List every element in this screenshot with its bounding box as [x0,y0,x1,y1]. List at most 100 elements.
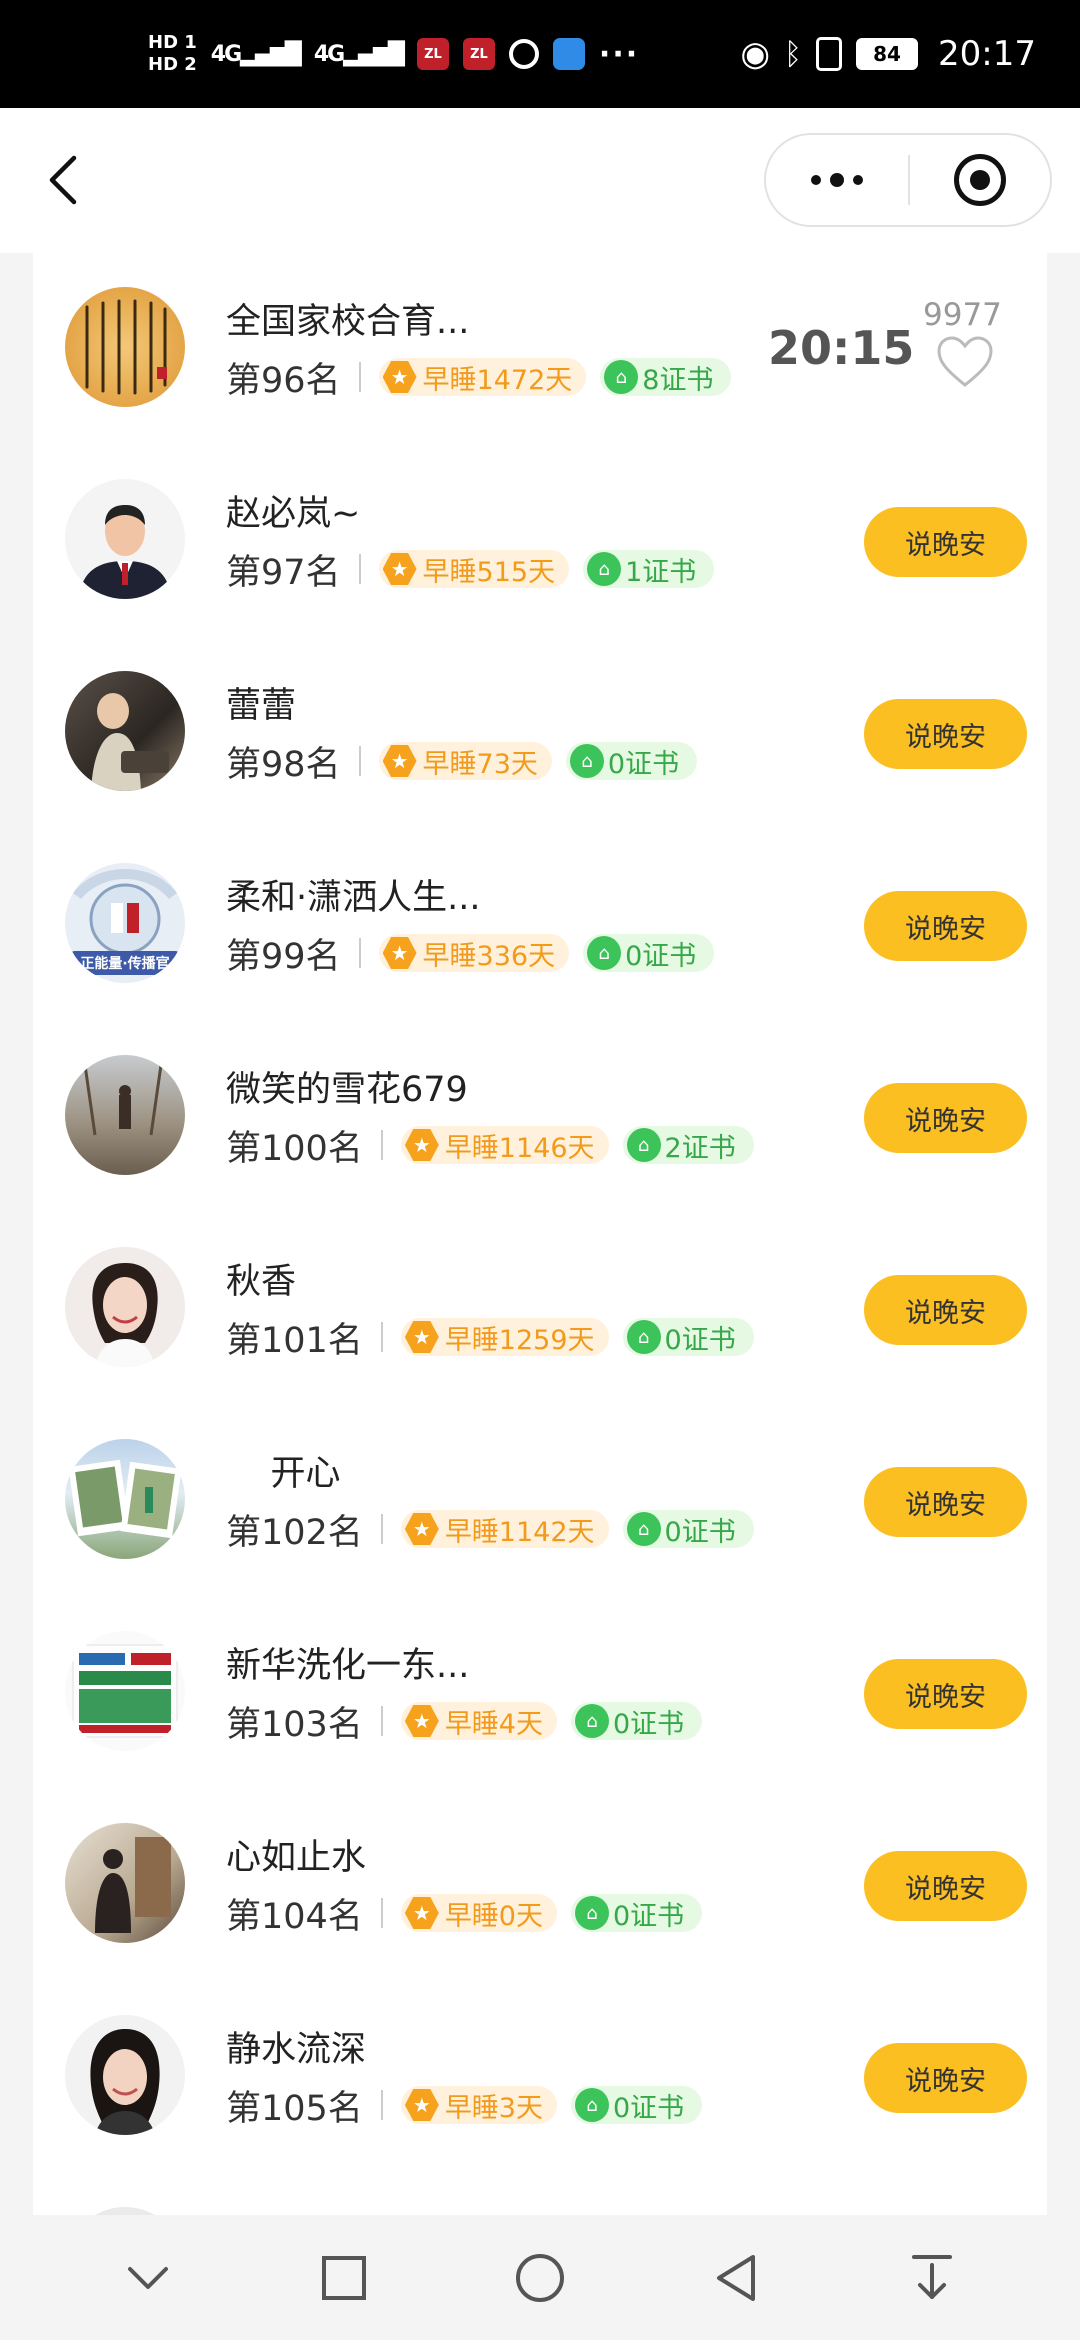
cert-badge: ⌂ 2证书 [622,1126,754,1164]
signal2-label: 4G [313,41,345,67]
sleep-days: 早睡3天 [444,2092,543,2124]
divider [380,1322,383,1352]
say-goodnight-button[interactable]: 说晚安 [864,1851,1027,1921]
say-goodnight-button[interactable]: 说晚安 [864,891,1027,961]
avatar[interactable] [65,1247,185,1367]
sleep-badge: ★ 早睡73天 [378,742,552,780]
sleep-badge: ★ 早睡1472天 [378,358,587,396]
say-goodnight-button[interactable]: 说晚安 [864,2043,1027,2113]
rank-label: 第96名 [226,360,341,401]
photo-avatar-image [68,1459,182,1539]
say-goodnight-button[interactable]: 说晚安 [864,507,1027,577]
photo-avatar-image [95,1837,171,1933]
avatar[interactable] [65,287,185,407]
browser-icon [552,38,585,70]
rank-label: 第104名 [226,1896,363,1937]
status-bar: HD 1 HD 2 4G▂▄▆█ 4G▂▄▆█ ZL ZL ··· ◉ ᛒ 84… [0,0,1080,108]
user-name: 赵必岚~ [226,494,361,534]
collapse-button[interactable] [118,2248,178,2308]
cert-count: 1证书 [625,556,697,588]
rank-label: 第97名 [226,552,341,593]
recent-apps-button[interactable] [314,2248,374,2308]
sleep-days: 早睡1146天 [444,1132,595,1164]
star-hex-icon: ★ [382,361,417,393]
signal1-label: 4G [210,41,242,67]
like-count: 9977 [923,297,1002,333]
sleep-badge: ★ 早睡0天 [400,1894,557,1932]
cert-badge: ⌂ 8证书 [600,358,732,396]
avatar[interactable] [65,2015,185,2135]
calligraphy-avatar-image [85,299,167,395]
cert-badge: ⌂ 1证书 [583,550,715,588]
triangle-back-icon [717,2254,755,2301]
miniapp-capsule [764,133,1052,227]
avatar[interactable] [65,1631,185,1751]
cert-count: 0证书 [664,1324,736,1356]
user-name: 静水流深 [226,2030,367,2070]
sleep-days: 早睡515天 [422,556,556,588]
avatar[interactable]: 正能量·传播官 [65,863,185,983]
goodnight-time: 20:15 [768,321,915,375]
nav-bar [0,108,1080,253]
cert-badge: ⌂ 0证书 [571,1894,703,1932]
say-goodnight-button[interactable]: 说晚安 [864,1659,1027,1729]
pull-down-icon [912,2254,952,2299]
avatar[interactable] [65,479,185,599]
vibrate-icon [816,37,843,71]
cert-badge: ⌂ 0证书 [571,2086,703,2124]
divider [380,1514,383,1544]
list-item: 静水流深 第105名 ★ 早睡3天 ⌂ 0证书 说晚安 [33,1981,1047,2173]
heart-icon[interactable] [935,333,995,393]
rank-label: 第101名 [226,1320,363,1361]
divider [380,2090,383,2120]
list-item: 秋香 第101名 ★ 早睡1259天 ⌂ 0证书 说晚安 [33,1213,1047,1405]
status-left: HD 1 HD 2 4G▂▄▆█ 4G▂▄▆█ ZL ZL ··· [148,32,639,76]
more-button[interactable] [766,135,908,225]
poster-avatar-image [72,1644,178,1738]
avatar[interactable] [65,2207,185,2215]
user-meta: 第105名 ★ 早睡3天 ⌂ 0证书 [226,2081,703,2129]
avatar-badge-text: 正能量·传播官 [80,955,169,972]
user-name: 微笑的雪花679 [226,1070,468,1110]
say-goodnight-button[interactable]: 说晚安 [864,1083,1027,1153]
home-button[interactable] [510,2248,570,2308]
user-name: 蕾蕾 [226,686,297,726]
signal-icon: 4G▂▄▆█ [313,41,405,67]
user-meta: 第102名 ★ 早睡1142天 ⌂ 0证书 [226,1505,754,1553]
loading-circle-icon [508,39,539,69]
more-notifications-icon: ··· [598,36,640,72]
rank-label: 第99名 [226,936,341,977]
badge-avatar-image: 正能量·传播官 [69,869,181,975]
eye-comfort-icon: ◉ [740,34,771,74]
portrait-avatar-image [79,505,171,599]
avatar[interactable] [65,1055,185,1175]
sleep-badge: ★ 早睡1146天 [400,1126,609,1164]
sleep-badge: ★ 早睡1142天 [400,1510,609,1548]
star-hex-icon: ★ [404,1321,439,1353]
more-dot-center [830,173,844,187]
house-icon: ⌂ [569,744,604,778]
back-button[interactable] [38,150,88,210]
list-item: 全国家校合育... 第96名 ★ 早睡1472天 ⌂ 8证书 20:15 9977 [33,253,1047,445]
list-item: 赵必岚~ 第97名 ★ 早睡515天 ⌂ 1证书 说晚安 [33,445,1047,637]
user-meta: 第98名 ★ 早睡73天 ⌂ 0证书 [226,737,698,785]
say-goodnight-button[interactable]: 说晚安 [864,1467,1027,1537]
house-icon: ⌂ [587,936,622,970]
sleep-days: 早睡73天 [422,748,538,780]
say-goodnight-button[interactable]: 说晚安 [864,1275,1027,1345]
user-name: 全国家校合育... [226,302,470,342]
system-back-button[interactable] [706,2248,766,2308]
avatar[interactable] [65,1439,185,1559]
close-miniapp-button[interactable] [910,135,1050,225]
divider [380,1130,383,1160]
photo-avatar-image [83,1064,163,1136]
avatar[interactable] [65,1823,185,1943]
user-meta: 第99名 ★ 早睡336天 ⌂ 0证书 [226,929,715,977]
portrait-avatar-image [92,1263,158,1367]
avatar[interactable] [65,671,185,791]
chevron-left-icon [49,155,77,205]
say-goodnight-button[interactable]: 说晚安 [864,699,1027,769]
notification-pull-button[interactable] [902,2248,962,2308]
cert-badge: ⌂ 0证书 [622,1510,754,1548]
house-icon: ⌂ [626,1128,661,1162]
